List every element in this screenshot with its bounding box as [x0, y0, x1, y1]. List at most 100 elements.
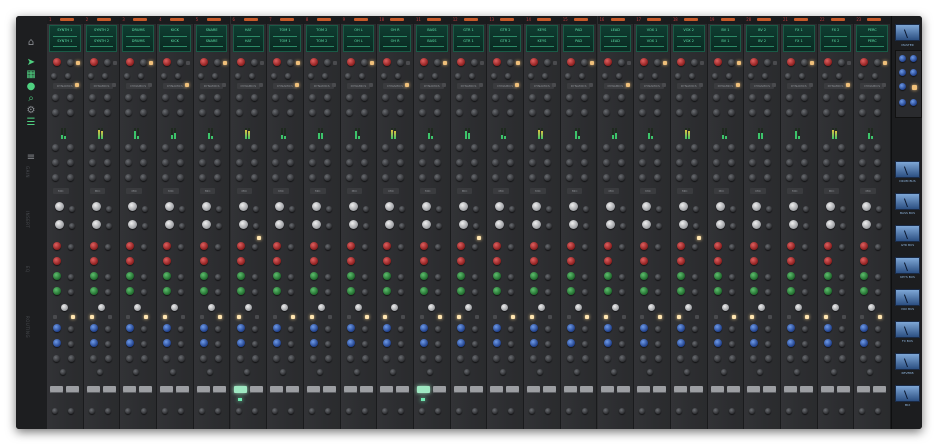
knob[interactable]: [162, 408, 169, 414]
toggle-button[interactable]: [750, 315, 755, 319]
knob[interactable]: [675, 94, 683, 101]
knob[interactable]: [235, 144, 243, 151]
knob[interactable]: [69, 223, 75, 229]
knob[interactable]: [492, 408, 499, 414]
master-knob[interactable]: [899, 69, 906, 76]
knob[interactable]: [68, 326, 74, 332]
toggle-button[interactable]: [805, 315, 809, 319]
knob[interactable]: [251, 274, 258, 280]
toggle-button[interactable]: [89, 315, 94, 319]
knob[interactable]: [422, 220, 431, 229]
knob[interactable]: [603, 339, 612, 347]
route-button[interactable]: [836, 386, 850, 393]
channel-display[interactable]: GTR 2 GTR 2: [489, 25, 522, 52]
route-button[interactable]: [396, 386, 410, 393]
knob[interactable]: [235, 174, 243, 181]
knob[interactable]: [53, 242, 61, 250]
knob[interactable]: [236, 58, 245, 66]
channel-display[interactable]: BV 2 BV 2: [746, 25, 778, 52]
knob[interactable]: [103, 159, 111, 166]
knob[interactable]: [492, 109, 500, 116]
knob[interactable]: [360, 109, 368, 116]
knob[interactable]: [654, 109, 662, 116]
knob[interactable]: [308, 144, 316, 151]
knob[interactable]: [101, 73, 108, 79]
knob[interactable]: [530, 272, 539, 280]
knob[interactable]: [712, 408, 719, 414]
knob[interactable]: [434, 94, 441, 101]
knob[interactable]: [787, 242, 795, 250]
toggle-button[interactable]: [511, 315, 516, 319]
bus-meter-tile[interactable]: [895, 385, 920, 402]
knob[interactable]: [383, 257, 392, 265]
knob[interactable]: [67, 144, 74, 151]
knob[interactable]: [493, 324, 502, 332]
knob[interactable]: [104, 274, 111, 280]
knob[interactable]: [786, 408, 792, 414]
knob[interactable]: [749, 144, 757, 151]
toggle-button[interactable]: [588, 83, 593, 87]
knob[interactable]: [676, 355, 684, 362]
knob[interactable]: [52, 94, 59, 101]
knob[interactable]: [530, 242, 539, 250]
toggle-button[interactable]: [478, 83, 483, 87]
knob[interactable]: [89, 242, 98, 250]
knob[interactable]: [163, 324, 172, 332]
route-button[interactable]: [50, 386, 63, 393]
knob[interactable]: [787, 355, 794, 362]
knob[interactable]: [68, 408, 74, 414]
toggle-button[interactable]: [296, 61, 301, 65]
knob[interactable]: [163, 58, 172, 66]
knob[interactable]: [161, 73, 168, 79]
knob[interactable]: [823, 242, 832, 250]
knob[interactable]: [165, 202, 175, 211]
knob[interactable]: [141, 408, 148, 414]
knob[interactable]: [787, 324, 795, 332]
knob[interactable]: [676, 287, 685, 295]
knob[interactable]: [436, 206, 442, 212]
knob[interactable]: [602, 109, 610, 116]
knob[interactable]: [544, 59, 552, 66]
knob[interactable]: [501, 304, 509, 311]
knob[interactable]: [766, 206, 773, 212]
knob[interactable]: [234, 73, 241, 79]
knob[interactable]: [765, 341, 772, 347]
knob[interactable]: [674, 73, 681, 79]
toggle-button[interactable]: [163, 315, 168, 319]
knob[interactable]: [580, 159, 588, 166]
knob[interactable]: [287, 59, 295, 66]
knob[interactable]: [141, 274, 148, 280]
knob[interactable]: [419, 408, 425, 414]
knob[interactable]: [103, 174, 111, 181]
knob[interactable]: [53, 339, 61, 347]
knob[interactable]: [321, 73, 328, 79]
knob[interactable]: [859, 94, 867, 101]
knob[interactable]: [530, 257, 539, 265]
knob[interactable]: [236, 272, 245, 280]
knob[interactable]: [178, 244, 185, 250]
knob[interactable]: [684, 304, 692, 311]
knob[interactable]: [207, 304, 215, 311]
knob[interactable]: [52, 159, 59, 166]
knob[interactable]: [323, 94, 331, 101]
knob[interactable]: [749, 174, 757, 181]
knob[interactable]: [565, 159, 573, 166]
knob[interactable]: [712, 94, 720, 101]
knob[interactable]: [104, 244, 111, 250]
knob[interactable]: [383, 355, 391, 362]
toggle-button[interactable]: [772, 83, 777, 87]
knob[interactable]: [765, 355, 773, 362]
knob[interactable]: [508, 289, 515, 295]
knob[interactable]: [655, 408, 662, 414]
master-knob[interactable]: [910, 69, 917, 76]
knob[interactable]: [287, 144, 295, 151]
knob[interactable]: [729, 223, 736, 229]
knob[interactable]: [177, 174, 185, 181]
knob[interactable]: [309, 272, 318, 280]
knob[interactable]: [418, 73, 424, 79]
knob[interactable]: [727, 59, 735, 66]
toggle-button[interactable]: [640, 315, 645, 319]
knob[interactable]: [434, 59, 441, 66]
knob[interactable]: [471, 289, 478, 295]
knob[interactable]: [126, 355, 134, 362]
